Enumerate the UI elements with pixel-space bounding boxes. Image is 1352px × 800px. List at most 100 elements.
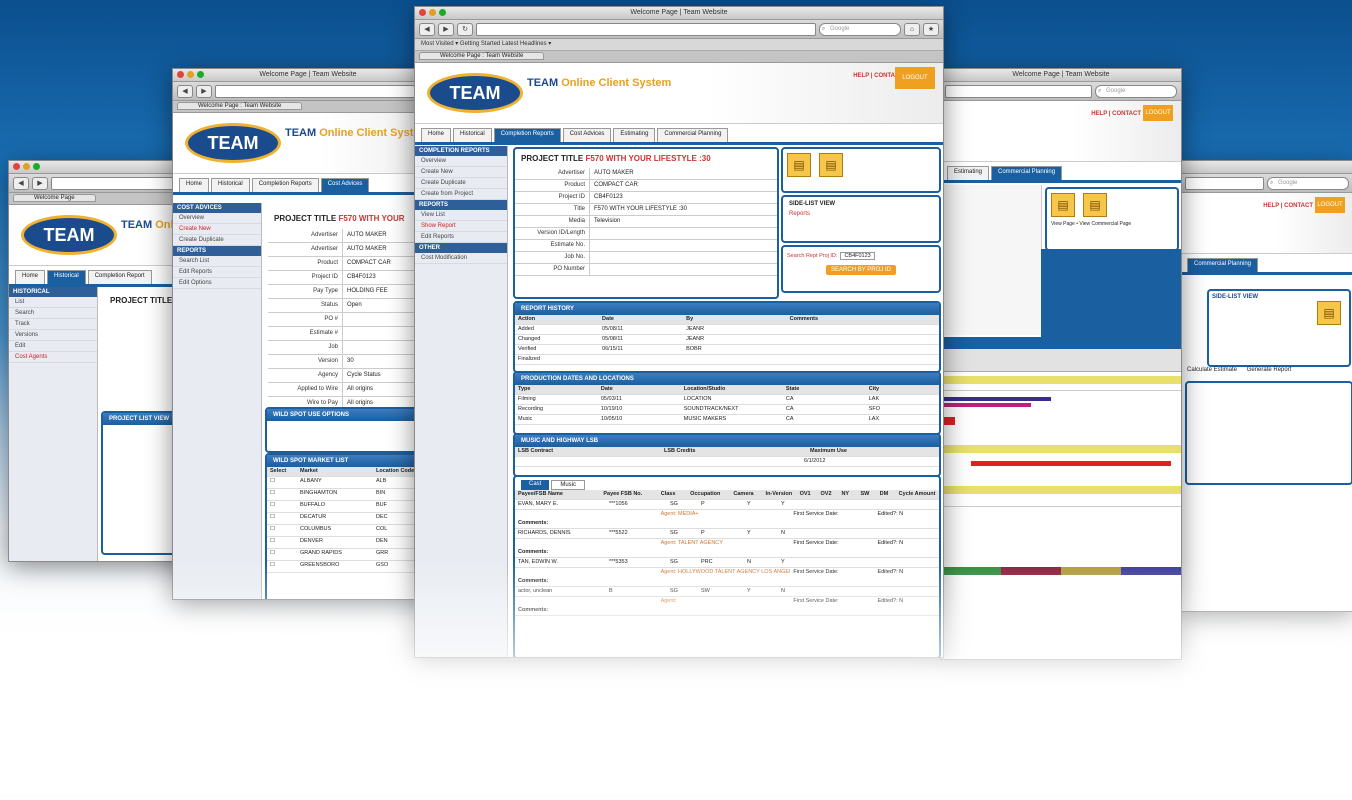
generate-report-button[interactable]: Generate Report bbox=[1247, 367, 1292, 373]
select-checkbox[interactable]: ☐ bbox=[267, 513, 297, 524]
tab-commercial-planning[interactable]: Commercial Planning bbox=[657, 128, 729, 142]
browser-tab[interactable]: Welcome Page bbox=[13, 194, 96, 202]
export-report-icon[interactable]: ▤ bbox=[819, 153, 843, 177]
table-row: Finalized bbox=[515, 355, 939, 365]
search-field[interactable]: Google bbox=[1267, 176, 1349, 190]
url-bar[interactable] bbox=[1185, 176, 1264, 190]
sidebar-item[interactable]: Create New bbox=[173, 224, 261, 235]
sidebar-item[interactable]: Edit Reports bbox=[415, 232, 507, 243]
market-name: BUFFALO bbox=[300, 502, 326, 508]
minimize-dot-icon[interactable] bbox=[23, 163, 30, 170]
sidebar-item[interactable]: Create Duplicate bbox=[415, 178, 507, 189]
select-checkbox[interactable]: ☐ bbox=[267, 561, 297, 572]
sidebar-item[interactable]: Overview bbox=[173, 213, 261, 224]
close-dot-icon[interactable] bbox=[177, 71, 184, 78]
panel-header: PRODUCTION DATES AND LOCATIONS bbox=[515, 373, 939, 385]
report-icon[interactable]: ▤ bbox=[1083, 193, 1107, 217]
report-icon[interactable]: ▤ bbox=[1317, 301, 1341, 325]
select-checkbox[interactable]: ☐ bbox=[267, 489, 297, 500]
tab-music[interactable]: Music bbox=[551, 480, 586, 490]
tab-cost-advices[interactable]: Cost Advices bbox=[320, 178, 370, 192]
tab-completion-reports[interactable]: Completion Reports bbox=[493, 128, 561, 142]
close-dot-icon[interactable] bbox=[419, 9, 426, 16]
logout-button[interactable]: LOGOUT bbox=[1143, 105, 1173, 121]
zoom-dot-icon[interactable] bbox=[197, 71, 204, 78]
select-checkbox[interactable]: ☐ bbox=[267, 537, 297, 548]
sidebar-item[interactable]: Search List bbox=[173, 256, 261, 267]
sidebar-item[interactable]: Search bbox=[9, 308, 97, 319]
tab-cast[interactable]: Cast bbox=[521, 480, 550, 490]
reload-icon[interactable]: ↻ bbox=[457, 22, 473, 36]
logout-button[interactable]: LOGOUT bbox=[1315, 197, 1345, 213]
back-icon[interactable]: ◀ bbox=[177, 84, 193, 98]
sidebar-item[interactable]: Track bbox=[9, 319, 97, 330]
sidebar-item[interactable]: Overview bbox=[415, 156, 507, 167]
url-bar[interactable] bbox=[476, 22, 816, 36]
tab-historical[interactable]: Historical bbox=[211, 178, 250, 192]
minimize-dot-icon[interactable] bbox=[187, 71, 194, 78]
sidebar-item[interactable]: Show Report bbox=[415, 221, 507, 232]
tab-estimating[interactable]: Estimating bbox=[947, 166, 990, 180]
select-checkbox[interactable]: ☐ bbox=[267, 501, 297, 512]
reports-link[interactable]: Reports bbox=[783, 211, 939, 217]
sidebar-item[interactable]: Edit Options bbox=[173, 278, 261, 289]
tab-home[interactable]: Home bbox=[179, 178, 210, 192]
forward-icon[interactable]: ▶ bbox=[32, 176, 48, 190]
search-field[interactable]: Google bbox=[819, 22, 901, 36]
tab-completion-reports[interactable]: Completion Reports bbox=[251, 178, 319, 192]
sidebar-item[interactable]: View List bbox=[415, 210, 507, 221]
forward-icon[interactable]: ▶ bbox=[196, 84, 212, 98]
tab-historical[interactable]: Historical bbox=[453, 128, 492, 142]
tab-historical[interactable]: Historical bbox=[47, 270, 86, 284]
url-bar[interactable] bbox=[945, 84, 1092, 98]
side-list-panel: ▤ ▤ View Page • View Commercial Page bbox=[1045, 187, 1179, 251]
sidebar-item[interactable]: Cost Agents bbox=[9, 352, 97, 363]
tab-cost-advices[interactable]: Cost Advices bbox=[562, 128, 612, 142]
forward-icon[interactable]: ▶ bbox=[438, 22, 454, 36]
sidebar-item[interactable]: Cost Modification bbox=[415, 253, 507, 264]
project-id-input[interactable]: CB4F0123 bbox=[840, 252, 875, 260]
print-report-icon[interactable]: ▤ bbox=[787, 153, 811, 177]
url-bar[interactable] bbox=[215, 84, 439, 98]
tab-commercial-planning[interactable]: Commercial Planning bbox=[1187, 258, 1259, 272]
table-cell: MUSIC MAKERS bbox=[683, 416, 727, 422]
sidebar-item[interactable]: List bbox=[9, 297, 97, 308]
search-by-proj-id-button[interactable]: SEARCH BY PROJ ID bbox=[826, 265, 896, 275]
back-icon[interactable]: ◀ bbox=[13, 176, 29, 190]
browser-tab[interactable]: Welcome Page : Team Website bbox=[177, 102, 303, 110]
tab-home[interactable]: Home bbox=[421, 128, 452, 142]
logout-button[interactable]: LOGOUT bbox=[895, 67, 935, 89]
field-row: Status Open bbox=[268, 299, 438, 313]
bookmarks-bar[interactable]: Most Visited ▾ Getting Started Latest He… bbox=[415, 39, 943, 51]
sidebar-item[interactable]: Edit bbox=[9, 341, 97, 352]
zoom-dot-icon[interactable] bbox=[33, 163, 40, 170]
column-header: Type bbox=[518, 386, 531, 392]
sidebar-item[interactable]: Create New bbox=[415, 167, 507, 178]
tab-completion[interactable]: Completion Report bbox=[87, 270, 152, 284]
sidebar-item[interactable]: Create from Project bbox=[415, 189, 507, 200]
sidebar-item[interactable]: Edit Reports bbox=[173, 267, 261, 278]
site-header: TEAM TEAM Online Client System HELP | CO… bbox=[415, 63, 943, 124]
table-cell: SW bbox=[701, 588, 710, 594]
back-icon[interactable]: ◀ bbox=[419, 22, 435, 36]
tab-commercial-planning[interactable]: Commercial Planning bbox=[991, 166, 1063, 180]
select-checkbox[interactable]: ☐ bbox=[267, 477, 297, 488]
sidebar-item[interactable]: Versions bbox=[9, 330, 97, 341]
select-checkbox[interactable]: ☐ bbox=[267, 525, 297, 536]
bookmark-icon[interactable]: ★ bbox=[923, 22, 939, 36]
project-fields: Advertiser AUTO MAKER Product COMPACT CAR Pr… bbox=[515, 168, 777, 276]
tab-home[interactable]: Home bbox=[15, 270, 46, 284]
home-icon[interactable]: ⌂ bbox=[904, 22, 920, 36]
tab-estimating[interactable]: Estimating bbox=[613, 128, 656, 142]
close-dot-icon[interactable] bbox=[13, 163, 20, 170]
sidebar-item[interactable]: Create Duplicate bbox=[173, 235, 261, 246]
select-checkbox[interactable]: ☐ bbox=[267, 549, 297, 560]
report-icon[interactable]: ▤ bbox=[1051, 193, 1075, 217]
search-field[interactable]: Google bbox=[1095, 84, 1177, 98]
calculate-estimate-button[interactable]: Calculate Estimate bbox=[1187, 367, 1237, 373]
browser-tab[interactable]: Welcome Page : Team Website bbox=[419, 52, 545, 60]
zoom-dot-icon[interactable] bbox=[439, 9, 446, 16]
help-link[interactable]: HELP bbox=[853, 73, 869, 79]
minimize-dot-icon[interactable] bbox=[429, 9, 436, 16]
site-header: HELP | CONTACT LOGOUT bbox=[941, 101, 1181, 162]
